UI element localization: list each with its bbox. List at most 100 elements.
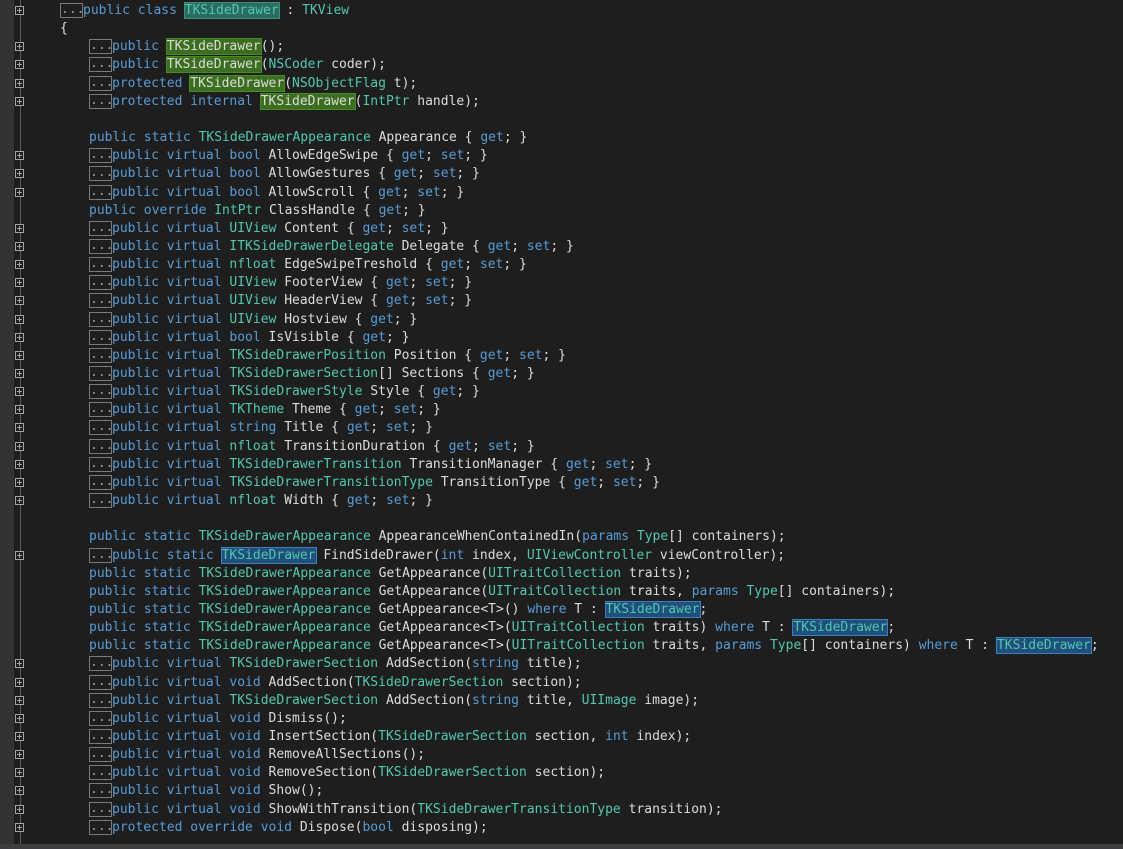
- highlighted-symbol[interactable]: TKSideDrawer: [189, 74, 286, 92]
- collapsed-region-ellipsis[interactable]: ...: [89, 456, 113, 472]
- collapsed-region-ellipsis[interactable]: ...: [89, 438, 113, 454]
- collapsed-region-ellipsis[interactable]: ...: [89, 402, 113, 418]
- expand-outline-icon[interactable]: [15, 477, 24, 487]
- code-line[interactable]: public override IntPtr ClassHandle { get…: [0, 202, 1123, 220]
- highlighted-symbol[interactable]: TKSideDrawer: [165, 38, 262, 56]
- expand-outline-icon[interactable]: [15, 78, 24, 88]
- expand-outline-icon[interactable]: [15, 296, 24, 306]
- code-line[interactable]: ...public virtual bool AllowScroll { get…: [0, 184, 1123, 202]
- expand-outline-icon[interactable]: [15, 332, 24, 342]
- collapsed-region-ellipsis[interactable]: ...: [89, 547, 113, 563]
- code-line[interactable]: {: [0, 20, 1123, 38]
- expand-outline-icon[interactable]: [15, 169, 24, 179]
- collapsed-region-ellipsis[interactable]: ...: [89, 75, 113, 91]
- collapsed-region-ellipsis[interactable]: ...: [89, 819, 113, 835]
- highlighted-symbol[interactable]: TKSideDrawer: [995, 637, 1092, 655]
- expand-outline-icon[interactable]: [15, 659, 24, 669]
- expand-outline-icon[interactable]: [15, 750, 24, 760]
- highlighted-symbol[interactable]: TKSideDrawer: [259, 92, 356, 110]
- highlighted-symbol[interactable]: TKSideDrawer: [604, 600, 701, 618]
- expand-outline-icon[interactable]: [15, 60, 24, 70]
- code-line[interactable]: ...public virtual string Title { get; se…: [0, 419, 1123, 437]
- collapsed-region-ellipsis[interactable]: ...: [89, 39, 113, 55]
- expand-outline-icon[interactable]: [15, 42, 24, 52]
- code-line[interactable]: ...public virtual void Dismiss();: [0, 710, 1123, 728]
- collapsed-region-ellipsis[interactable]: ...: [89, 783, 113, 799]
- code-line[interactable]: ...public virtual void ShowWithTransitio…: [0, 801, 1123, 819]
- expand-outline-icon[interactable]: [15, 96, 24, 106]
- expand-outline-icon[interactable]: [15, 223, 24, 233]
- code-line[interactable]: public static TKSideDrawerAppearance Get…: [0, 637, 1123, 655]
- expand-outline-icon[interactable]: [15, 441, 24, 451]
- code-line[interactable]: [0, 510, 1123, 528]
- collapsed-region-ellipsis[interactable]: ...: [89, 674, 113, 690]
- code-line[interactable]: ...public virtual TKTheme Theme { get; s…: [0, 401, 1123, 419]
- collapsed-region-ellipsis[interactable]: ...: [89, 347, 113, 363]
- collapsed-region-ellipsis[interactable]: ...: [89, 293, 113, 309]
- code-line[interactable]: ...public virtual void RemoveAllSections…: [0, 746, 1123, 764]
- collapsed-region-ellipsis[interactable]: ...: [89, 329, 113, 345]
- collapsed-region-ellipsis[interactable]: ...: [89, 238, 113, 254]
- expand-outline-icon[interactable]: [15, 241, 24, 251]
- code-line[interactable]: ...public virtual TKSideDrawerStyle Styl…: [0, 383, 1123, 401]
- collapsed-region-ellipsis[interactable]: ...: [89, 493, 113, 509]
- code-line[interactable]: public static TKSideDrawerAppearance App…: [0, 129, 1123, 147]
- code-line[interactable]: ...public virtual TKSideDrawerSection[] …: [0, 365, 1123, 383]
- code-line[interactable]: ...public virtual bool IsVisible { get; …: [0, 329, 1123, 347]
- collapsed-region-ellipsis[interactable]: ...: [89, 257, 113, 273]
- collapsed-region-ellipsis[interactable]: ...: [89, 220, 113, 236]
- expand-outline-icon[interactable]: [15, 459, 24, 469]
- collapsed-region-ellipsis[interactable]: ...: [89, 275, 113, 291]
- expand-outline-icon[interactable]: [15, 387, 24, 397]
- expand-outline-icon[interactable]: [15, 6, 24, 15]
- collapsed-region-ellipsis[interactable]: ...: [89, 801, 113, 817]
- collapsed-region-ellipsis[interactable]: ...: [89, 692, 113, 708]
- collapsed-region-ellipsis[interactable]: ...: [89, 420, 113, 436]
- collapsed-region-ellipsis[interactable]: ...: [89, 765, 113, 781]
- code-line[interactable]: ...public virtual TKSideDrawerSection Ad…: [0, 655, 1123, 673]
- highlighted-symbol[interactable]: TKSideDrawer: [183, 2, 280, 19]
- code-editor[interactable]: ...public class TKSideDrawer : TKView{..…: [0, 0, 1123, 849]
- collapsed-region-ellipsis[interactable]: ...: [89, 311, 113, 327]
- code-line[interactable]: ...public virtual nfloat EdgeSwipeTresho…: [0, 256, 1123, 274]
- code-line[interactable]: ...public TKSideDrawer(NSCoder coder);: [0, 56, 1123, 74]
- code-line[interactable]: ...public virtual void RemoveSection(TKS…: [0, 764, 1123, 782]
- expand-outline-icon[interactable]: [15, 496, 24, 506]
- code-line[interactable]: ...public TKSideDrawer();: [0, 38, 1123, 56]
- highlighted-symbol[interactable]: TKSideDrawer: [792, 619, 889, 637]
- expand-outline-icon[interactable]: [15, 187, 24, 197]
- expand-outline-icon[interactable]: [15, 423, 24, 433]
- expand-outline-icon[interactable]: [15, 260, 24, 270]
- expand-outline-icon[interactable]: [15, 822, 24, 832]
- collapsed-region-ellipsis[interactable]: ...: [89, 710, 113, 726]
- expand-outline-icon[interactable]: [15, 786, 24, 796]
- horizontal-scrollbar[interactable]: [0, 844, 1123, 849]
- expand-outline-icon[interactable]: [15, 695, 24, 705]
- expand-outline-icon[interactable]: [15, 405, 24, 415]
- expand-outline-icon[interactable]: [15, 768, 24, 778]
- code-line[interactable]: public static TKSideDrawerAppearance Get…: [0, 600, 1123, 619]
- collapsed-region-ellipsis[interactable]: ...: [89, 656, 113, 672]
- expand-outline-icon[interactable]: [15, 350, 24, 360]
- code-line[interactable]: ...public virtual TKSideDrawerTransition…: [0, 456, 1123, 474]
- expand-outline-icon[interactable]: [15, 732, 24, 741]
- expand-outline-icon[interactable]: [15, 369, 24, 378]
- highlighted-symbol[interactable]: TKSideDrawer: [165, 56, 262, 74]
- code-line[interactable]: ...public class TKSideDrawer : TKView: [0, 2, 1123, 20]
- expand-outline-icon[interactable]: [15, 804, 24, 814]
- code-line[interactable]: public static TKSideDrawerAppearance Get…: [0, 619, 1123, 637]
- code-line[interactable]: ...public virtual nfloat TransitionDurat…: [0, 438, 1123, 456]
- code-line[interactable]: ...public virtual TKSideDrawerPosition P…: [0, 347, 1123, 365]
- code-line[interactable]: ...public virtual bool AllowGestures { g…: [0, 165, 1123, 183]
- highlighted-symbol[interactable]: TKSideDrawer: [220, 546, 317, 564]
- collapsed-region-ellipsis[interactable]: ...: [89, 474, 113, 490]
- expand-outline-icon[interactable]: [15, 550, 24, 560]
- code-line[interactable]: ...public virtual UIView HeaderView { ge…: [0, 292, 1123, 310]
- collapsed-region-ellipsis[interactable]: ...: [89, 166, 113, 182]
- expand-outline-icon[interactable]: [15, 713, 24, 723]
- expand-outline-icon[interactable]: [15, 314, 24, 324]
- code-line[interactable]: public static TKSideDrawerAppearance App…: [0, 528, 1123, 546]
- expand-outline-icon[interactable]: [15, 677, 24, 687]
- code-line[interactable]: ...public virtual ITKSideDrawerDelegate …: [0, 238, 1123, 256]
- code-line[interactable]: ...public static TKSideDrawer FindSideDr…: [0, 546, 1123, 565]
